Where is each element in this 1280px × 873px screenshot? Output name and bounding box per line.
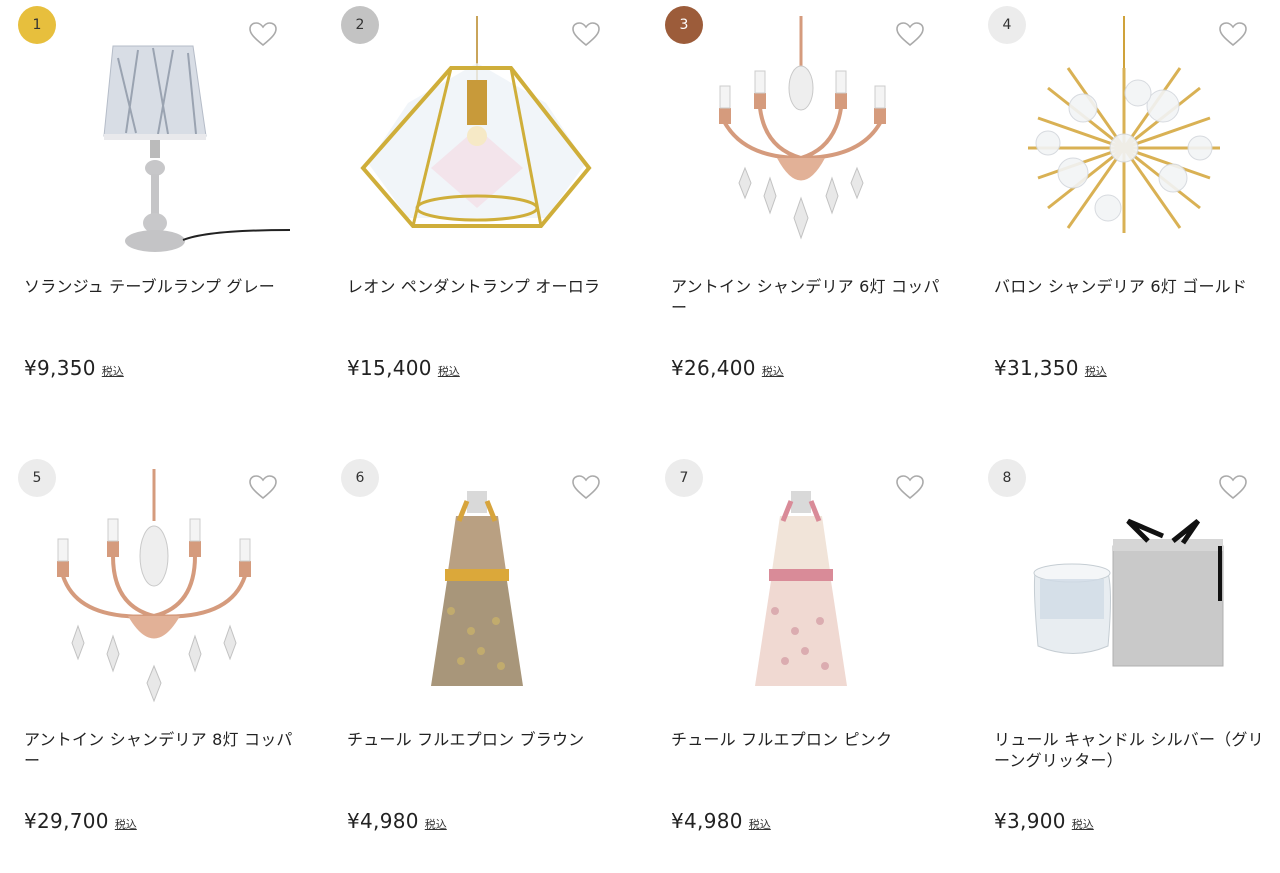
product-price: ¥9,350 [24,356,96,380]
rank-badge: 3 [665,6,703,44]
product-price: ¥15,400 [347,356,432,380]
product-card[interactable]: 5 アントイン シャンデリア 8灯 コッパー ¥29,700 税込 [0,453,300,873]
rank-badge: 4 [988,6,1026,44]
product-name[interactable]: リュール キャンドル シルバー（グリーングリッター） [994,729,1264,771]
product-card[interactable]: 8 リュール キャンドル シルバー（グリーングリッター） ¥3,900 税込 [970,453,1270,873]
favorite-heart-icon[interactable] [1218,20,1248,48]
price-row: ¥26,400 税込 [671,356,784,380]
rank-badge: 7 [665,459,703,497]
rank-badge: 5 [18,459,56,497]
product-name[interactable]: チュール フルエプロン ブラウン [347,729,617,750]
rank-badge: 1 [18,6,56,44]
rank-badge: 6 [341,459,379,497]
product-card[interactable]: 2 レオン ペンダントランプ オーロラ ¥15,400 税込 [323,0,623,420]
price-row: ¥3,900 税込 [994,809,1094,833]
tax-included-label: 税込 [101,365,124,378]
price-row: ¥4,980 税込 [347,809,447,833]
tax-included-label: 税込 [114,818,137,831]
tax-included-label: 税込 [1071,818,1094,831]
tax-included-label: 税込 [424,818,447,831]
price-row: ¥31,350 税込 [994,356,1107,380]
product-name[interactable]: アントイン シャンデリア 8灯 コッパー [24,729,294,771]
favorite-heart-icon[interactable] [248,473,278,501]
tax-included-label: 税込 [748,818,771,831]
favorite-heart-icon[interactable] [571,20,601,48]
tax-included-label: 税込 [1084,365,1107,378]
product-price: ¥26,400 [671,356,756,380]
product-price: ¥4,980 [671,809,743,833]
tax-included-label: 税込 [437,365,460,378]
product-price: ¥3,900 [994,809,1066,833]
product-name[interactable]: チュール フルエプロン ピンク [671,729,941,750]
product-name[interactable]: ソランジュ テーブルランプ グレー [24,276,294,297]
price-row: ¥9,350 税込 [24,356,124,380]
price-row: ¥15,400 税込 [347,356,460,380]
product-price: ¥31,350 [994,356,1079,380]
rank-badge: 8 [988,459,1026,497]
product-name[interactable]: アントイン シャンデリア 6灯 コッパー [671,276,941,318]
favorite-heart-icon[interactable] [248,20,278,48]
favorite-heart-icon[interactable] [895,20,925,48]
product-price: ¥29,700 [24,809,109,833]
product-card[interactable]: 4 バロン シャンデリア 6灯 ゴールド ¥31,350 税込 [970,0,1270,420]
price-row: ¥29,700 税込 [24,809,137,833]
favorite-heart-icon[interactable] [571,473,601,501]
product-card[interactable]: 7 チュール フルエプロン ピンク ¥4,980 税込 [647,453,947,873]
product-card[interactable]: 1 ソランジュ テーブルランプ グレー ¥9,350 税込 [0,0,300,420]
price-row: ¥4,980 税込 [671,809,771,833]
product-name[interactable]: バロン シャンデリア 6灯 ゴールド [994,276,1264,297]
product-ranking-grid: 1 ソランジュ テーブルランプ グレー ¥9,350 税込 2 レオン ペンダン… [0,0,1280,853]
favorite-heart-icon[interactable] [1218,473,1248,501]
product-price: ¥4,980 [347,809,419,833]
tax-included-label: 税込 [761,365,784,378]
product-name[interactable]: レオン ペンダントランプ オーロラ [347,276,617,297]
rank-badge: 2 [341,6,379,44]
product-card[interactable]: 6 チュール フルエプロン ブラウン ¥4,980 税込 [323,453,623,873]
product-card[interactable]: 3 アントイン シャンデリア 6灯 コッパー ¥26,400 税込 [647,0,947,420]
favorite-heart-icon[interactable] [895,473,925,501]
